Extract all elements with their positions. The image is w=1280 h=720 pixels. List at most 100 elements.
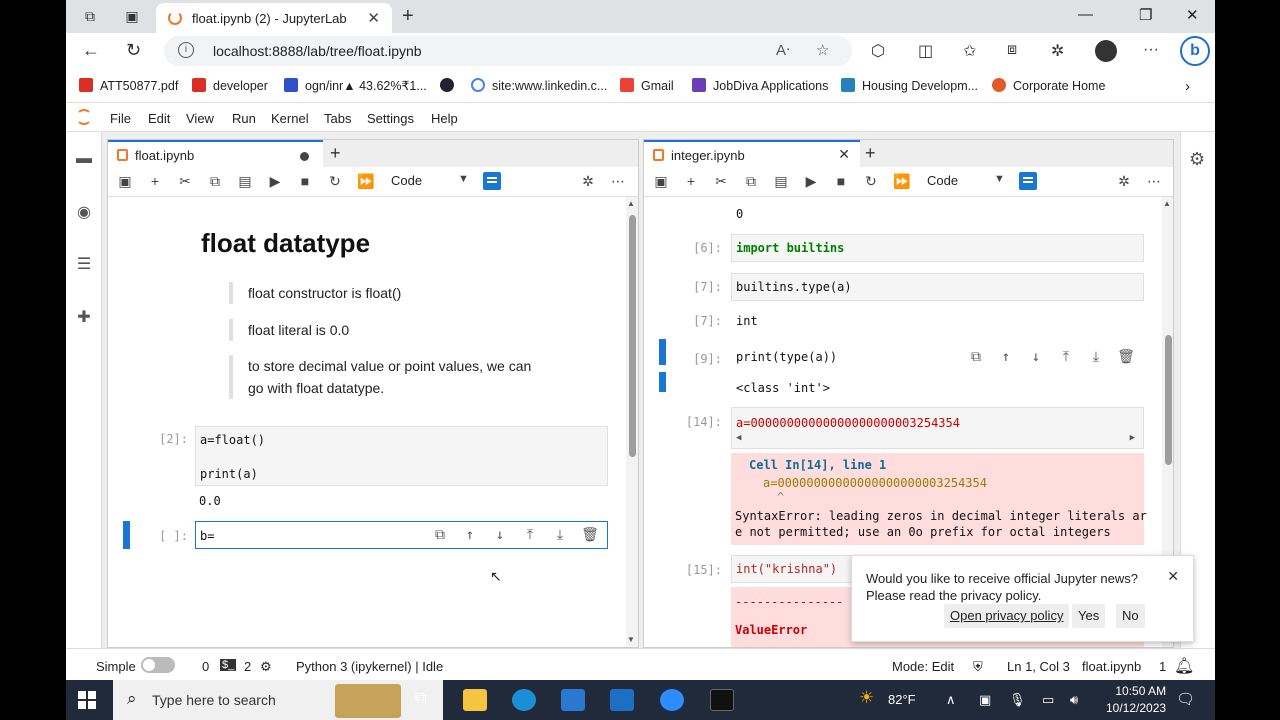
collapser-bar[interactable] <box>659 372 666 392</box>
insert-below-icon[interactable]: ⤓ <box>1081 349 1111 365</box>
refresh-icon[interactable]: ↻ <box>126 40 141 61</box>
more-menu-icon[interactable]: ··· <box>1143 41 1159 59</box>
bookmarks-overflow-icon[interactable]: › <box>1185 78 1190 95</box>
kernel-status[interactable]: Python 3 (ipykernel) | Idle <box>296 659 443 674</box>
paste-icon[interactable]: ▤ <box>773 173 789 190</box>
stop-icon[interactable]: ■ <box>833 173 849 189</box>
notification-count[interactable]: 1 <box>1159 659 1166 674</box>
move-down-icon[interactable]: ↓ <box>1021 349 1051 365</box>
system-clock[interactable]: 10:50 AM 10/12/2023 <box>1106 683 1166 717</box>
run-icon[interactable]: ▶ <box>267 173 283 190</box>
bookmark-item[interactable]: ATT50877.pdf <box>79 78 178 93</box>
close-window-icon[interactable]: ✕ <box>1186 6 1199 24</box>
performance-icon[interactable]: ✲ <box>1051 41 1064 61</box>
cell-type-select[interactable]: Code <box>391 173 422 188</box>
windows-start-icon[interactable] <box>78 691 96 709</box>
menu-tabs[interactable]: Tabs <box>324 111 351 126</box>
save-icon[interactable]: ▣ <box>117 173 133 190</box>
cell-type-select[interactable]: Code <box>927 173 958 188</box>
format-icon[interactable] <box>483 172 501 190</box>
code-line[interactable]: b= <box>200 529 214 543</box>
bookmark-item[interactable]: Corporate Home <box>992 78 1105 93</box>
insert-cell-icon[interactable]: + <box>683 173 699 189</box>
bookmark-item[interactable]: ogn/inr▲ 43.62%₹1... <box>284 78 427 93</box>
terminal-icon[interactable]: $_ <box>220 659 237 671</box>
task-view-icon[interactable]: ⧉ <box>415 690 426 708</box>
menu-file[interactable]: File <box>110 111 131 126</box>
bookmark-item[interactable]: Gmail <box>620 78 674 93</box>
kernel-count[interactable]: 0 <box>202 659 209 674</box>
toolbar-more-icon[interactable]: ⋯ <box>610 173 626 190</box>
edge-icon[interactable] <box>512 689 536 711</box>
menu-run[interactable]: Run <box>232 111 256 126</box>
bookmark-item[interactable]: developer <box>192 78 268 93</box>
add-tab-icon[interactable]: + <box>330 143 341 164</box>
kernel-settings-icon[interactable]: ⚙ <box>260 659 272 675</box>
volume-icon[interactable]: 🔊︎ <box>1070 692 1078 708</box>
chevron-down-icon[interactable]: ▼ <box>994 173 1005 185</box>
address-bar[interactable]: i localhost:8888/lab/tree/float.ipynb Aᐧ… <box>164 36 852 66</box>
extensions-icon[interactable]: ⬡ <box>871 41 885 61</box>
profile-avatar[interactable] <box>1095 40 1117 62</box>
minimize-icon[interactable]: — <box>1078 6 1093 23</box>
scroll-right-icon[interactable]: ▶ <box>1130 433 1135 443</box>
simple-mode-toggle[interactable] <box>141 657 175 673</box>
cut-icon[interactable]: ✂ <box>713 173 729 190</box>
bookmark-item[interactable]: site:www.linkedin.c... <box>471 78 607 93</box>
cut-icon[interactable]: ✂ <box>177 173 193 190</box>
scroll-thumb[interactable] <box>1165 335 1172 465</box>
site-info-icon[interactable]: i <box>178 42 194 58</box>
temperature[interactable]: 82°F <box>888 692 916 707</box>
bell-icon[interactable]: 🔔︎ <box>1174 656 1194 676</box>
url-text[interactable]: localhost:8888/lab/tree/float.ipynb <box>213 43 422 59</box>
running-kernels-icon[interactable]: ◉ <box>75 204 93 222</box>
scroll-up-icon[interactable]: ▲ <box>627 199 635 208</box>
read-aloud-icon[interactable]: Aᐧ <box>776 41 790 59</box>
browser-tab-active[interactable]: float.ipynb (2) - JupyterLab ✕ <box>156 3 392 33</box>
active-code-cell[interactable]: b= ⧉ ↑ ↓ ⤒ ⤓ 🗑 <box>195 521 608 549</box>
code-cell[interactable]: builtins.type(a) <box>731 273 1144 301</box>
run-all-icon[interactable]: ⏩ <box>893 173 910 190</box>
unsaved-dot-icon[interactable] <box>300 152 309 161</box>
insert-cell-icon[interactable]: + <box>147 173 163 189</box>
zoom-icon[interactable] <box>660 689 684 711</box>
restore-icon[interactable]: ❐ <box>1139 6 1152 24</box>
restart-icon[interactable]: ↻ <box>863 173 879 190</box>
scrollbar[interactable]: ▲ ▼ <box>626 197 638 647</box>
duplicate-cell-icon[interactable]: ⧉ <box>425 527 455 543</box>
new-tab-icon[interactable]: + <box>402 5 414 28</box>
scroll-down-icon[interactable]: ▼ <box>627 635 635 644</box>
menu-help[interactable]: Help <box>431 111 458 126</box>
bing-copilot-icon[interactable]: b <box>1180 36 1210 66</box>
insert-below-icon[interactable]: ⤓ <box>545 527 575 543</box>
no-button[interactable]: No <box>1116 604 1145 628</box>
scroll-up-icon[interactable]: ▲ <box>1163 199 1171 208</box>
run-all-icon[interactable]: ⏩ <box>357 173 374 190</box>
close-icon[interactable]: ✕ <box>1167 568 1179 585</box>
weather-icon[interactable]: ☀ <box>859 688 874 708</box>
file-explorer-icon[interactable] <box>463 689 487 711</box>
collapser-bar[interactable] <box>123 521 130 549</box>
network-icon[interactable]: ▭ <box>1042 692 1054 708</box>
close-tab-icon[interactable]: ✕ <box>367 9 380 27</box>
tab-float-notebook[interactable]: float.ipynb <box>108 140 323 167</box>
run-icon[interactable]: ▶ <box>803 173 819 190</box>
copy-icon[interactable]: ⧉ <box>207 173 223 190</box>
paste-icon[interactable]: ▤ <box>237 173 253 190</box>
menu-kernel[interactable]: Kernel <box>271 111 309 126</box>
scroll-left-icon[interactable]: ◀ <box>736 433 741 443</box>
mail-icon[interactable] <box>610 689 634 711</box>
move-up-icon[interactable]: ↑ <box>455 527 485 543</box>
menu-view[interactable]: View <box>186 111 214 126</box>
toolbar-more-icon[interactable]: ⋯ <box>1146 173 1162 190</box>
meet-now-icon[interactable]: ▣ <box>979 692 991 708</box>
collections-icon[interactable]: ⧈ <box>1007 41 1017 59</box>
terminal-count[interactable]: 2 <box>244 659 251 674</box>
taskbar-search[interactable]: ⌕ Type here to search <box>113 680 443 720</box>
code-cell[interactable]: a=00000000000000000000003254354 ◀ ▶ <box>731 407 1144 449</box>
collapser-bar[interactable] <box>659 339 666 365</box>
scroll-thumb[interactable] <box>629 215 636 457</box>
move-up-icon[interactable]: ↑ <box>991 349 1021 365</box>
terminal-app-icon[interactable] <box>710 689 734 711</box>
store-icon[interactable] <box>561 689 585 711</box>
